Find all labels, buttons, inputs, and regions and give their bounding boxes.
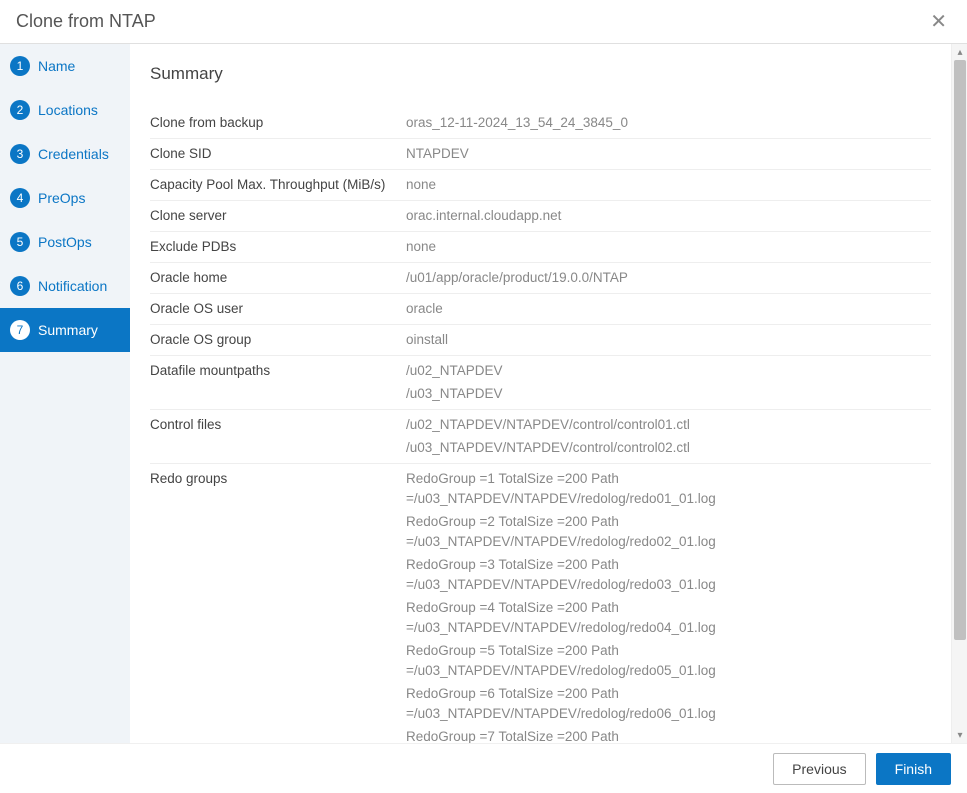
line: RedoGroup =4 TotalSize =200 Path =/u03_N… — [406, 598, 931, 638]
value: oras_12-11-2024_13_54_24_3845_0 — [406, 113, 931, 133]
label: Oracle home — [150, 268, 406, 288]
page-title: Summary — [150, 64, 931, 84]
dialog-header: Clone from NTAP ✕ — [0, 0, 967, 44]
sidebar-item-preops[interactable]: 4 PreOps — [0, 176, 130, 220]
row-oracle-os-group: Oracle OS group oinstall — [150, 325, 931, 356]
sidebar-item-label: PostOps — [38, 234, 92, 250]
main-content: Summary Clone from backup oras_12-11-202… — [130, 44, 951, 743]
line: /u03_NTAPDEV — [406, 384, 931, 404]
step-number: 3 — [10, 144, 30, 164]
sidebar-item-notification[interactable]: 6 Notification — [0, 264, 130, 308]
row-redo-groups: Redo groups RedoGroup =1 TotalSize =200 … — [150, 464, 931, 743]
row-capacity-pool: Capacity Pool Max. Throughput (MiB/s) no… — [150, 170, 931, 201]
label: Datafile mountpaths — [150, 361, 406, 404]
sidebar-item-label: Credentials — [38, 146, 109, 162]
sidebar-item-label: Summary — [38, 322, 98, 338]
close-icon: ✕ — [930, 11, 947, 33]
value: NTAPDEV — [406, 144, 931, 164]
row-datafile-mountpaths: Datafile mountpaths /u02_NTAPDEV /u03_NT… — [150, 356, 931, 410]
dialog-footer: Previous Finish — [0, 743, 967, 793]
label: Control files — [150, 415, 406, 458]
summary-table: Clone from backup oras_12-11-2024_13_54_… — [150, 108, 931, 743]
sidebar-item-name[interactable]: 1 Name — [0, 44, 130, 88]
value: oinstall — [406, 330, 931, 350]
label: Exclude PDBs — [150, 237, 406, 257]
value: RedoGroup =1 TotalSize =200 Path =/u03_N… — [406, 469, 931, 743]
sidebar-item-credentials[interactable]: 3 Credentials — [0, 132, 130, 176]
sidebar-item-postops[interactable]: 5 PostOps — [0, 220, 130, 264]
label: Clone SID — [150, 144, 406, 164]
line: RedoGroup =5 TotalSize =200 Path =/u03_N… — [406, 641, 931, 681]
step-number: 4 — [10, 188, 30, 208]
vertical-scrollbar[interactable]: ▴ ▾ — [951, 44, 967, 743]
line: /u03_NTAPDEV/NTAPDEV/control/control02.c… — [406, 438, 931, 458]
label: Redo groups — [150, 469, 406, 743]
sidebar-item-label: Notification — [38, 278, 107, 294]
row-exclude-pdbs: Exclude PDBs none — [150, 232, 931, 263]
step-number: 6 — [10, 276, 30, 296]
row-control-files: Control files /u02_NTAPDEV/NTAPDEV/contr… — [150, 410, 931, 464]
step-number: 2 — [10, 100, 30, 120]
scroll-thumb[interactable] — [954, 60, 966, 640]
value: orac.internal.cloudapp.net — [406, 206, 931, 226]
sidebar-item-summary[interactable]: 7 Summary — [0, 308, 130, 352]
line: RedoGroup =7 TotalSize =200 Path =/u03_N… — [406, 727, 931, 743]
dialog-title: Clone from NTAP — [16, 11, 156, 32]
line: RedoGroup =6 TotalSize =200 Path =/u03_N… — [406, 684, 931, 724]
step-number: 7 — [10, 320, 30, 340]
line: /u02_NTAPDEV — [406, 361, 931, 381]
sidebar-item-label: Locations — [38, 102, 98, 118]
row-clone-server: Clone server orac.internal.cloudapp.net — [150, 201, 931, 232]
label: Oracle OS group — [150, 330, 406, 350]
line: RedoGroup =2 TotalSize =200 Path =/u03_N… — [406, 512, 931, 552]
scroll-down-arrow-icon[interactable]: ▾ — [952, 727, 967, 743]
value: none — [406, 237, 931, 257]
value: /u01/app/oracle/product/19.0.0/NTAP — [406, 268, 931, 288]
label: Clone from backup — [150, 113, 406, 133]
sidebar-item-label: Name — [38, 58, 75, 74]
line: RedoGroup =1 TotalSize =200 Path =/u03_N… — [406, 469, 931, 509]
row-clone-from-backup: Clone from backup oras_12-11-2024_13_54_… — [150, 108, 931, 139]
row-oracle-os-user: Oracle OS user oracle — [150, 294, 931, 325]
step-number: 5 — [10, 232, 30, 252]
line: /u02_NTAPDEV/NTAPDEV/control/control01.c… — [406, 415, 931, 435]
sidebar-item-label: PreOps — [38, 190, 85, 206]
close-button[interactable]: ✕ — [926, 12, 951, 32]
row-oracle-home: Oracle home /u01/app/oracle/product/19.0… — [150, 263, 931, 294]
finish-button[interactable]: Finish — [876, 753, 951, 785]
previous-button[interactable]: Previous — [773, 753, 865, 785]
row-clone-sid: Clone SID NTAPDEV — [150, 139, 931, 170]
step-number: 1 — [10, 56, 30, 76]
label: Oracle OS user — [150, 299, 406, 319]
label: Clone server — [150, 206, 406, 226]
label: Capacity Pool Max. Throughput (MiB/s) — [150, 175, 406, 195]
scroll-up-arrow-icon[interactable]: ▴ — [952, 44, 967, 60]
value: /u02_NTAPDEV/NTAPDEV/control/control01.c… — [406, 415, 931, 458]
sidebar-item-locations[interactable]: 2 Locations — [0, 88, 130, 132]
wizard-sidebar: 1 Name 2 Locations 3 Credentials 4 PreOp… — [0, 44, 130, 743]
value: oracle — [406, 299, 931, 319]
value: /u02_NTAPDEV /u03_NTAPDEV — [406, 361, 931, 404]
value: none — [406, 175, 931, 195]
line: RedoGroup =3 TotalSize =200 Path =/u03_N… — [406, 555, 931, 595]
